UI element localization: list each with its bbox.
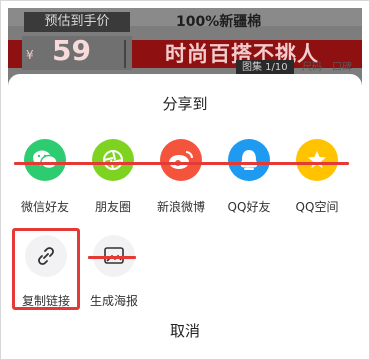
copy-link-button[interactable] bbox=[25, 235, 67, 277]
annotation-strike-row1 bbox=[14, 162, 349, 165]
currency-symbol: ¥ bbox=[26, 48, 34, 62]
wechat-friends-button[interactable] bbox=[24, 139, 66, 181]
qq-friends-button[interactable] bbox=[228, 139, 270, 181]
annotation-strike-poster bbox=[88, 256, 136, 259]
copy-link-label: 复制链接 bbox=[21, 294, 70, 308]
price-value: 59 bbox=[52, 34, 91, 67]
link-icon bbox=[38, 247, 54, 265]
wechat-icon bbox=[33, 150, 58, 170]
cancel-button[interactable]: 取消 bbox=[0, 320, 370, 341]
weibo-icon bbox=[169, 151, 193, 169]
qzone-icon bbox=[308, 151, 326, 168]
moments-label: 朋友圈 bbox=[94, 200, 131, 214]
cotton-caption: 100%新疆棉 bbox=[176, 14, 262, 30]
share-sheet-title: 分享到 bbox=[162, 95, 208, 113]
generate-poster-label: 生成海报 bbox=[89, 294, 138, 308]
moments-icon bbox=[103, 150, 123, 170]
weibo-button[interactable] bbox=[160, 139, 202, 181]
wechat-friends-label: 微信好友 bbox=[20, 200, 69, 214]
qq-friends-label: QQ好友 bbox=[227, 200, 271, 214]
price-divider bbox=[124, 40, 126, 68]
estimated-price-pill: 预估到手价 bbox=[24, 12, 130, 32]
moments-button[interactable] bbox=[92, 139, 134, 181]
weibo-label: 新浪微博 bbox=[156, 200, 205, 214]
qzone-label: QQ空间 bbox=[295, 200, 339, 214]
qq-icon bbox=[240, 150, 258, 170]
qzone-button[interactable] bbox=[296, 139, 338, 181]
